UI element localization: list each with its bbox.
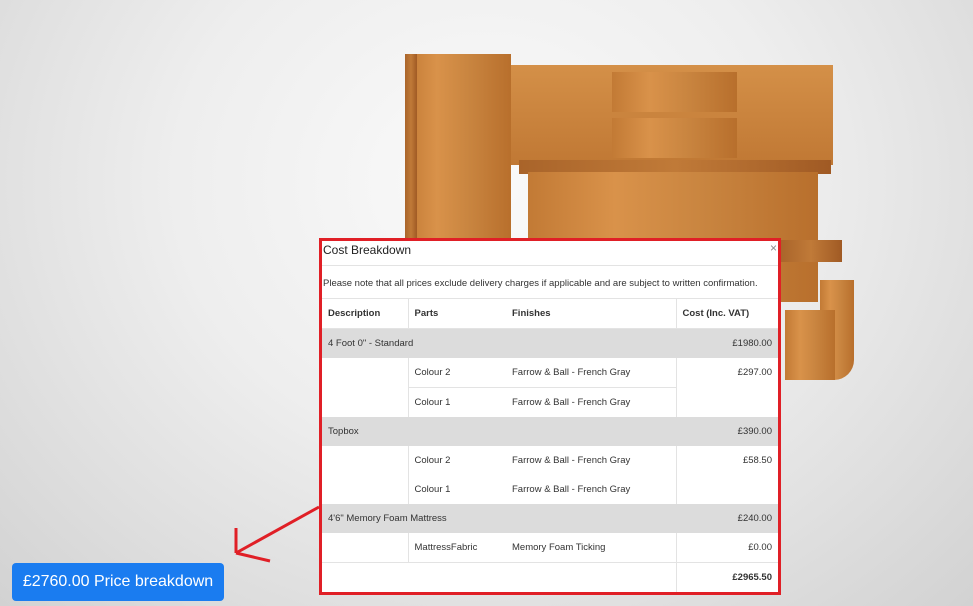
modal-title: Cost Breakdown [323,243,412,257]
part-finish: Memory Foam Ticking [512,542,606,553]
item-description: 4'6" Memory Foam Mattress [322,504,676,533]
parts-cost: £58.50 [675,446,778,504]
part-name: Colour 1 [407,475,506,504]
parts-cost: £297.00 [675,358,778,417]
item-description: Topbox [322,417,676,446]
total-row: £2965.50 [322,562,778,592]
part-name: Colour 2 [407,358,506,388]
part-finish: Farrow & Ball - French Gray [512,367,631,378]
part-finish: Farrow & Ball - French Gray [512,455,631,466]
cost-table: Description Parts Finishes Cost (Inc. VA… [322,299,778,592]
table-row: Colour 2 Farrow & Ball - French Gray £58… [322,446,778,504]
table-header-row: Description Parts Finishes Cost (Inc. VA… [322,299,778,329]
cost-breakdown-modal: Cost Breakdown × Please note that all pr… [319,238,781,595]
price-breakdown-button[interactable]: £2760.00 Price breakdown [12,563,224,601]
column-header: Parts [407,299,506,329]
item-description: 4 Foot 0" - Standard [322,328,676,358]
column-header: Finishes [506,299,676,329]
part-name: Colour 1 [407,387,506,417]
column-header: Cost (Inc. VAT) [675,299,778,329]
pricing-note: Please note that all prices exclude deli… [322,266,778,299]
total-cost: £2965.50 [675,562,778,592]
item-cost: £390.00 [676,417,778,446]
table-row: 4 Foot 0" - Standard £1980.00 [322,328,778,358]
column-header: Description [322,299,408,329]
modal-header: Cost Breakdown × [322,241,778,266]
table-row: 4'6" Memory Foam Mattress £240.00 [322,504,778,533]
table-row: MattressFabric Memory Foam Ticking £0.00 [322,533,778,563]
close-icon[interactable]: × [770,241,777,255]
part-name: MattressFabric [407,533,506,563]
part-name: Colour 2 [407,446,506,475]
table-row: Colour 2 Farrow & Ball - French Gray £29… [322,358,778,417]
table-row: Topbox £390.00 [322,417,778,446]
part-finish: Farrow & Ball - French Gray [506,387,676,417]
item-cost: £1980.00 [676,328,778,358]
parts-cost: £0.00 [675,533,778,563]
part-finish: Farrow & Ball - French Gray [512,484,631,495]
item-cost: £240.00 [676,504,778,533]
